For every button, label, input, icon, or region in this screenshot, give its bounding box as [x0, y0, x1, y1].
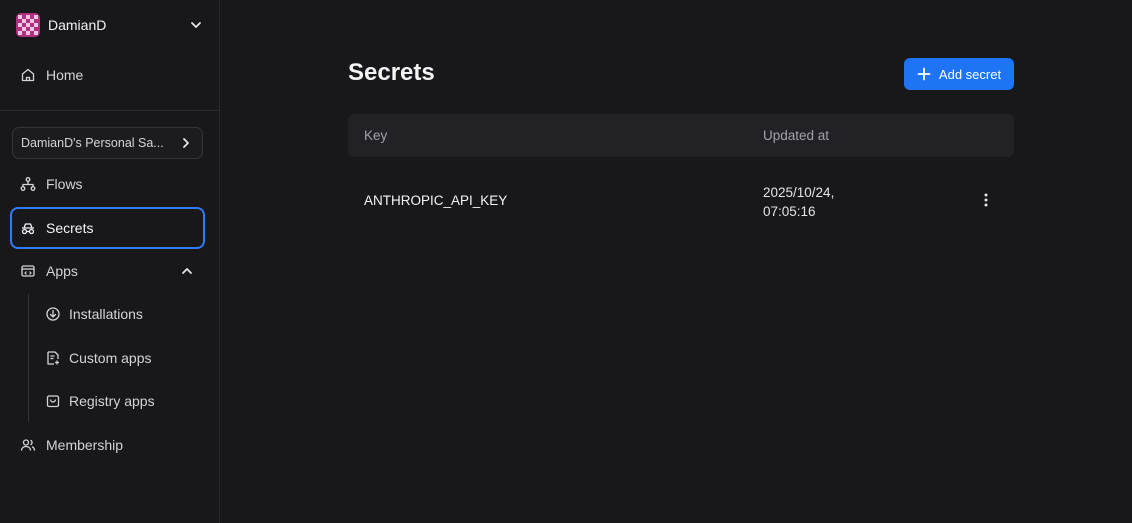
updated-at: 2025/10/24, 07:05:16	[763, 183, 863, 221]
sidebar-item-label: Home	[46, 67, 84, 83]
app-window: DamianD Home DamianD's Personal Sa... Fl…	[0, 0, 1132, 523]
secret-key: ANTHROPIC_API_KEY	[364, 193, 508, 208]
apps-subtree-line	[28, 294, 29, 422]
shopping-bag-icon	[45, 393, 61, 409]
chevron-down-icon	[188, 17, 204, 33]
sidebar-item-membership[interactable]: Membership	[10, 426, 205, 464]
sidebar-item-label: Secrets	[46, 220, 94, 236]
user-avatar	[16, 13, 40, 37]
download-circle-icon	[45, 306, 61, 322]
updated-date: 2025/10/24,	[763, 185, 835, 200]
sidebar-item-registry-apps[interactable]: Registry apps	[37, 383, 197, 419]
user-name: DamianD	[48, 17, 107, 33]
chevron-right-icon	[178, 135, 194, 151]
sidebar-item-label: Membership	[46, 437, 124, 453]
table-header: Key Updated at	[348, 114, 1014, 157]
page-title: Secrets	[348, 59, 435, 86]
add-secret-button[interactable]: Add secret	[904, 58, 1014, 90]
home-icon	[20, 67, 36, 83]
sidebar-item-label: Registry apps	[69, 393, 155, 409]
apps-icon	[20, 263, 36, 279]
user-menu[interactable]: DamianD	[16, 13, 204, 37]
file-plus-icon	[45, 350, 61, 366]
sidebar-item-apps[interactable]: Apps	[10, 252, 205, 290]
sidebar-item-label: Flows	[46, 176, 83, 192]
sidebar-divider	[0, 110, 219, 111]
workspace-label: DamianD's Personal Sa...	[21, 136, 164, 150]
updated-time: 07:05:16	[763, 204, 816, 219]
users-icon	[20, 437, 36, 453]
sidebar-item-label: Custom apps	[69, 350, 152, 366]
secrets-icon	[20, 220, 36, 236]
plus-icon	[917, 67, 931, 81]
table-row[interactable]: ANTHROPIC_API_KEY 2025/10/24, 07:05:16	[348, 168, 1014, 232]
sidebar-item-home[interactable]: Home	[10, 56, 205, 94]
more-options-icon[interactable]	[976, 190, 996, 210]
flows-icon	[20, 176, 36, 192]
sidebar-item-label: Installations	[69, 306, 143, 322]
sidebar-item-flows[interactable]: Flows	[10, 165, 205, 203]
sidebar-item-installations[interactable]: Installations	[37, 296, 197, 332]
column-header-updated-at: Updated at	[763, 128, 830, 143]
sidebar-item-label: Apps	[46, 263, 78, 279]
sidebar-item-secrets[interactable]: Secrets	[10, 207, 205, 249]
add-secret-label: Add secret	[938, 66, 1002, 82]
workspace-selector[interactable]: DamianD's Personal Sa...	[12, 127, 203, 159]
sidebar: DamianD Home DamianD's Personal Sa... Fl…	[0, 0, 220, 523]
sidebar-item-custom-apps[interactable]: Custom apps	[37, 340, 197, 376]
chevron-up-icon	[179, 263, 195, 279]
column-header-key: Key	[364, 128, 388, 143]
